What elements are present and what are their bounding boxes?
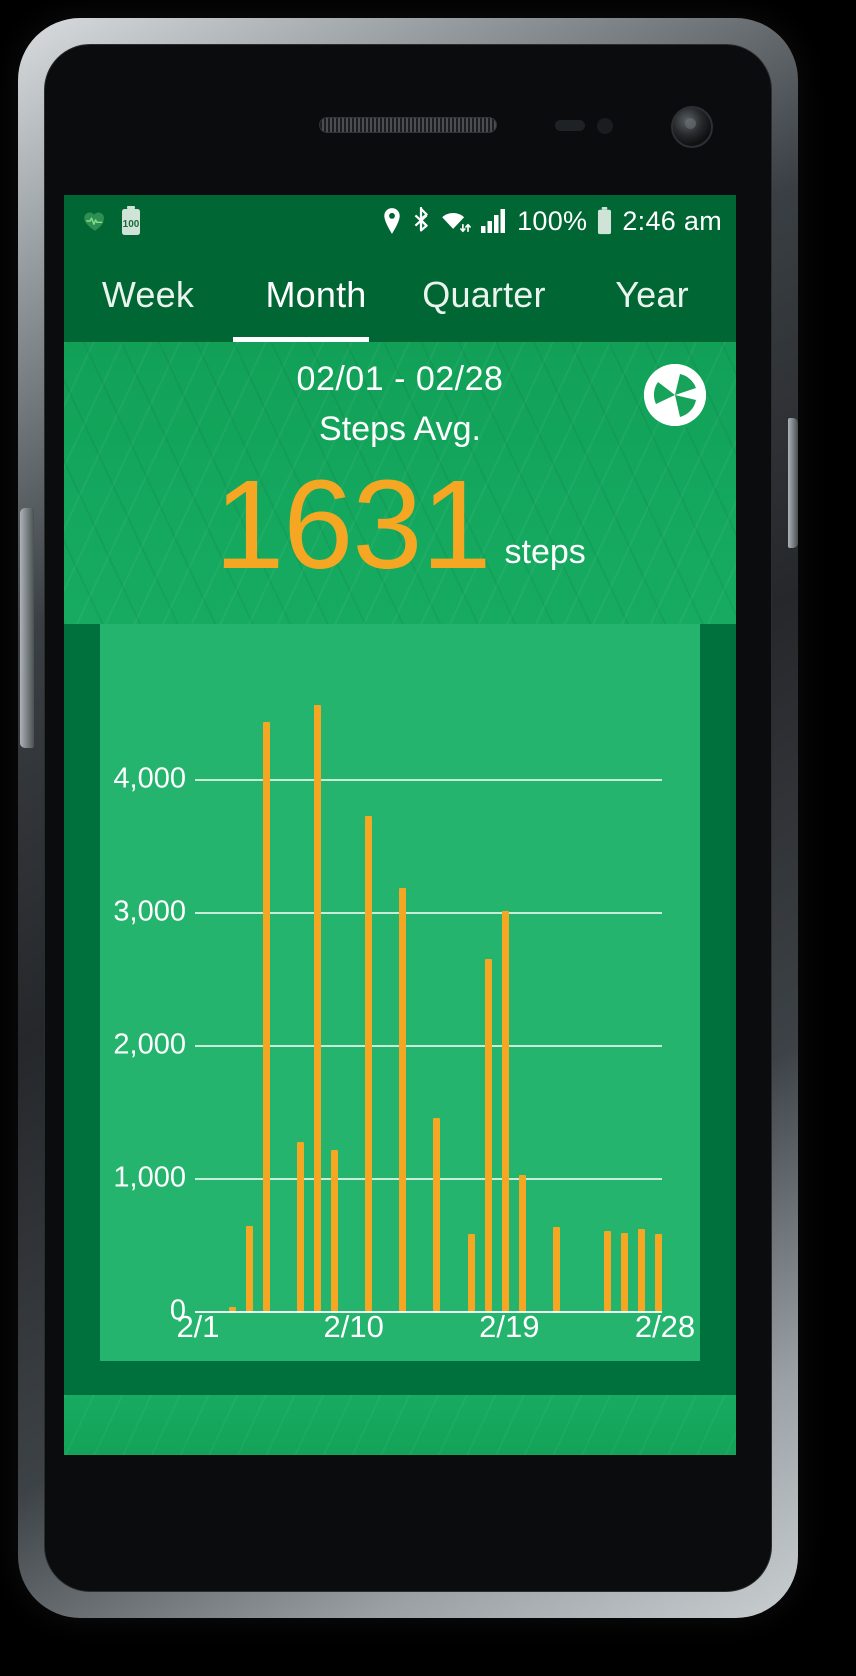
status-bar-left: 100 [82,206,142,236]
chart-plot-area: 4,000 3,000 2,000 1,000 0 2/1 2/10 2/19 2/2… [100,624,700,1361]
bar-2-17 [467,1233,475,1311]
bar-2-28 [654,1233,662,1311]
metric-unit: steps [504,533,586,571]
metric-value: 1631 [214,454,491,595]
metric-value-row: 1631 steps [64,462,736,588]
battery-percent-label: 100% [517,205,588,236]
location-pin-icon [381,207,403,235]
app-logo-icon[interactable] [644,364,706,426]
light-sensor-icon [597,118,613,134]
svg-text:100: 100 [123,219,140,230]
bar-2-7 [297,1142,305,1311]
bar-2-5 [263,721,271,1311]
bar-2-22 [552,1227,560,1311]
bar-2-15 [433,1118,441,1311]
x-axis-labels: 2/1 2/10 2/19 2/28 [100,1309,700,1355]
bar-2-4 [246,1225,254,1311]
ytick-3000: 3,000 [113,895,186,928]
volume-button[interactable] [20,508,34,748]
clock-label: 2:46 am [622,205,722,236]
bar-2-26 [620,1232,628,1311]
bar-2-11 [365,816,373,1311]
power-button[interactable] [788,418,798,548]
ytick-1000: 1,000 [113,1161,186,1194]
wifi-icon [439,208,471,234]
bluetooth-icon [412,207,430,235]
screenshot-root: 100 100% 2:46 am Week Month Quarter Year… [0,0,856,1676]
bar-2-8 [314,704,322,1311]
ytick-4000: 4,000 [113,762,186,795]
status-bar-right: 100% 2:46 am [381,206,722,237]
battery-icon [596,207,613,235]
xtick-2-28: 2/28 [634,1309,696,1344]
tab-month[interactable]: Month [232,274,400,316]
screen-bottom-filler [64,1395,736,1455]
tab-week[interactable]: Week [64,274,232,316]
bar-2-27 [637,1228,645,1311]
tab-year[interactable]: Year [568,274,736,316]
date-range-label: 02/01 - 02/28 [296,360,504,398]
bar-2-19 [501,910,509,1311]
tab-quarter[interactable]: Quarter [400,274,568,316]
bar-2-25 [603,1231,611,1311]
bar-2-20 [518,1175,526,1311]
xtick-2-10: 2/10 [323,1309,384,1344]
battery-saver-icon: 100 [120,206,142,236]
heart-rate-icon [82,208,108,234]
metric-title: Steps Avg. [319,410,481,448]
xtick-2-19: 2/19 [479,1309,540,1344]
signal-bars-icon [480,208,508,234]
status-bar: 100 100% 2:46 am [64,195,736,247]
phone-screen: 100 100% 2:46 am Week Month Quarter Year… [64,195,736,1395]
summary-header: 02/01 - 02/28 Steps Avg. 1631 steps [64,342,736,624]
steps-bar-chart[interactable]: 4,000 3,000 2,000 1,000 0 2/1 2/10 2/19 2/2… [100,624,700,1361]
bar-2-18 [484,958,492,1311]
bar-series [195,624,662,1361]
front-camera-icon [671,106,713,148]
period-tab-bar: Week Month Quarter Year [64,247,736,342]
speaker-grille-icon [319,117,497,133]
xtick-2-1: 2/1 [176,1309,220,1344]
proximity-sensor-icon [555,120,585,131]
ytick-2000: 2,000 [113,1028,186,1061]
bar-2-13 [399,888,407,1311]
bar-2-9 [331,1150,339,1311]
